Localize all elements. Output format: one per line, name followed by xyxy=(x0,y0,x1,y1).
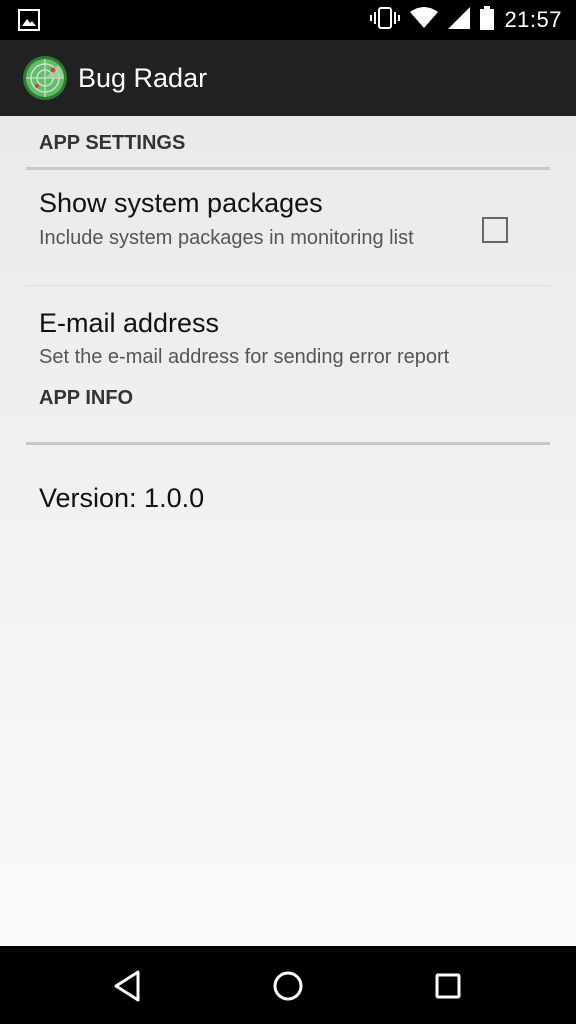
version-text: Version: 1.0.0 xyxy=(39,483,205,513)
category-app-settings: APP SETTINGS xyxy=(26,116,550,170)
category-app-info: APP INFO xyxy=(26,386,550,445)
image-notification-icon xyxy=(18,9,40,31)
category-title: APP INFO xyxy=(39,387,134,409)
category-title: APP SETTINGS xyxy=(39,132,186,154)
app-title: Bug Radar xyxy=(78,62,208,93)
home-icon[interactable] xyxy=(268,966,308,1006)
status-bar: 21:57 xyxy=(0,0,576,40)
status-time: 21:57 xyxy=(504,7,562,32)
status-icons: 21:57 xyxy=(370,0,562,40)
radar-app-icon xyxy=(22,55,68,101)
settings-list: APP SETTINGS Show system packages Includ… xyxy=(0,116,576,555)
pref-summary: Set the e-mail address for sending error… xyxy=(39,346,450,368)
show-system-packages-checkbox[interactable] xyxy=(482,217,508,243)
version-item: Version: 1.0.0 xyxy=(26,445,550,555)
signal-icon xyxy=(448,6,471,34)
back-icon[interactable] xyxy=(108,966,148,1006)
pref-show-system-packages[interactable]: Show system packages Include system pack… xyxy=(26,170,550,286)
recents-icon[interactable] xyxy=(428,966,468,1006)
pref-title: E-mail address xyxy=(39,308,220,338)
pref-email-address[interactable]: E-mail address Set the e-mail address fo… xyxy=(26,286,550,386)
screen: 21:57 Bug Radar APP SETTINGS Show system… xyxy=(0,0,576,1024)
navigation-bar xyxy=(0,946,576,1024)
pref-title: Show system packages xyxy=(39,188,323,218)
app-bar: Bug Radar xyxy=(0,40,576,116)
vibrate-icon xyxy=(370,6,401,34)
pref-summary: Include system packages in monitoring li… xyxy=(39,227,414,249)
battery-icon xyxy=(480,5,495,35)
wifi-icon xyxy=(410,6,439,34)
